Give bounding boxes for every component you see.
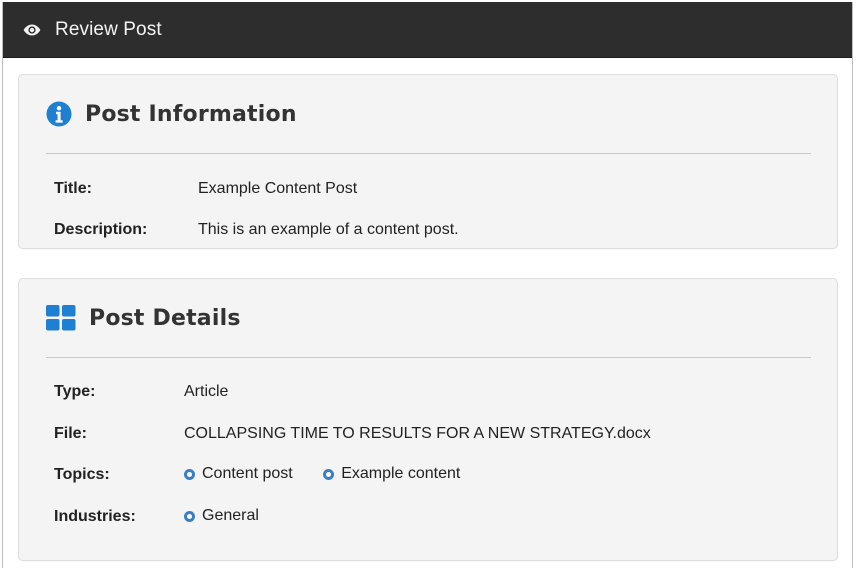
file-value[interactable]: COLLAPSING TIME TO RESULTS FOR A NEW STR… bbox=[184, 425, 651, 443]
description-value: This is an example of a content post. bbox=[198, 221, 459, 238]
title-value: Example Content Post bbox=[198, 180, 358, 197]
info-icon bbox=[46, 101, 72, 127]
topics-row: Topics: Content post Example content bbox=[54, 464, 460, 486]
post-information-header: Post Information bbox=[46, 75, 811, 154]
grid-icon bbox=[46, 305, 76, 331]
eye-icon bbox=[23, 24, 41, 35]
industries-list: General bbox=[184, 507, 285, 527]
post-details-header: Post Details bbox=[46, 279, 811, 358]
type-row: Type: Article bbox=[54, 381, 228, 403]
industry-bullet-icon bbox=[184, 510, 195, 522]
post-details-heading: Post Details bbox=[89, 305, 241, 331]
topic-bullet-icon bbox=[323, 468, 335, 480]
topics-label: Topics: bbox=[54, 466, 110, 483]
industry-label: General bbox=[202, 507, 259, 525]
title-label: Title: bbox=[54, 180, 92, 197]
topic-tag[interactable]: Example content bbox=[323, 465, 460, 483]
file-label: File: bbox=[54, 425, 87, 442]
topic-label: Example content bbox=[341, 465, 461, 483]
topic-tag[interactable]: Content post bbox=[184, 465, 293, 483]
topics-list: Content post Example content bbox=[184, 465, 486, 485]
type-value: Article bbox=[184, 383, 229, 400]
window-title: Review Post bbox=[55, 18, 162, 40]
topic-bullet-icon bbox=[184, 468, 195, 480]
type-label: Type: bbox=[54, 383, 96, 400]
window-titlebar: Review Post bbox=[3, 2, 852, 58]
title-row: Title: Example Content Post bbox=[54, 178, 357, 200]
industries-row: Industries: General bbox=[54, 506, 259, 528]
review-post-window: Review Post Post Information Title: Exam… bbox=[2, 2, 853, 568]
industry-tag[interactable]: General bbox=[184, 507, 259, 525]
post-information-heading: Post Information bbox=[85, 101, 297, 127]
description-label: Description: bbox=[54, 221, 148, 238]
post-information-panel: Post Information Title: Example Content … bbox=[18, 74, 838, 249]
industries-label: Industries: bbox=[54, 508, 136, 525]
post-details-panel: Post Details Type: Article File: COLLAPS… bbox=[18, 278, 838, 561]
topic-label: Content post bbox=[202, 465, 293, 483]
description-row: Description: This is an example of a con… bbox=[54, 219, 459, 241]
file-row: File: COLLAPSING TIME TO RESULTS FOR A N… bbox=[54, 423, 651, 445]
